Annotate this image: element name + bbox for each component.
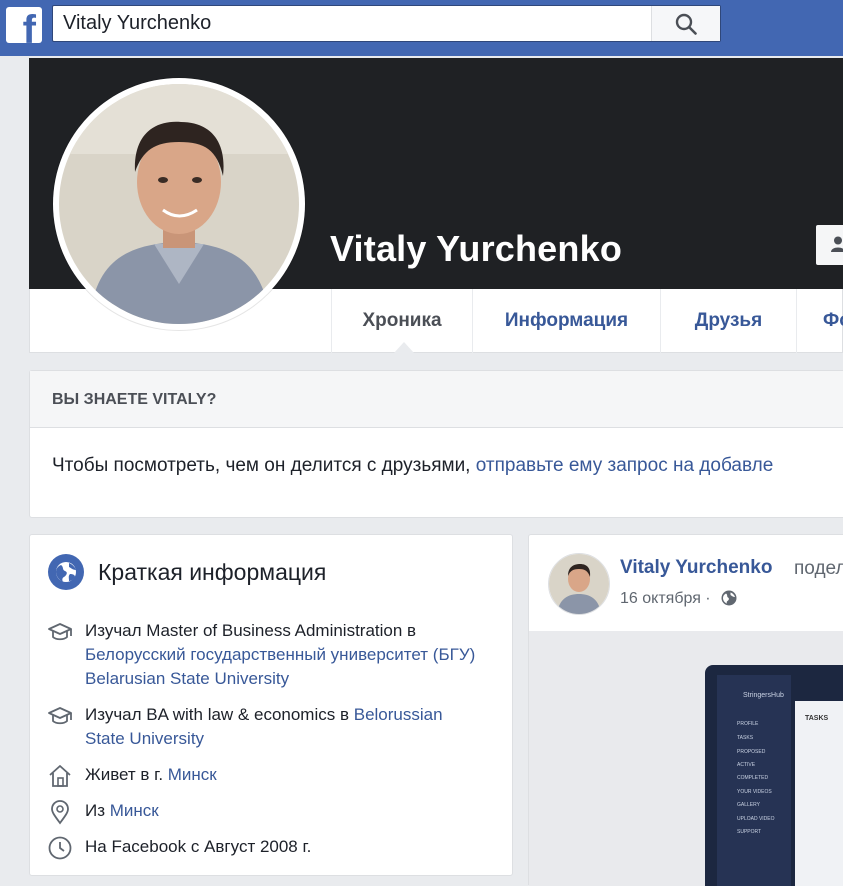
app-menu-item: PROFILE	[737, 721, 759, 727]
graduation-cap-icon	[48, 623, 72, 641]
add-friend-button[interactable]	[816, 225, 843, 265]
app-menu-item: ACTIVE	[737, 762, 756, 768]
profile-picture[interactable]	[53, 78, 305, 330]
intro-row-joined: На Facebook с Август 2008 г.	[85, 835, 485, 859]
search-icon	[675, 13, 697, 35]
profile-name[interactable]: Vitaly Yurchenko	[330, 228, 622, 270]
app-main-panel: TASKS	[795, 701, 843, 886]
search-button[interactable]	[651, 6, 720, 41]
post-date-row: 16 октября ·	[620, 587, 737, 608]
intro-row-from: Из Минск	[85, 799, 485, 823]
do-you-know-message: Чтобы посмотреть, чем он делится с друзь…	[52, 455, 773, 477]
do-you-know-text: Чтобы посмотреть, чем он делится с друзь…	[52, 455, 476, 476]
intro-row-text: Изучал BA with law & economics в	[85, 705, 354, 724]
app-menu-item: PROPOSED	[737, 749, 766, 755]
app-menu-item: SUPPORT	[737, 829, 762, 835]
app-menu-item: GALLERY	[737, 802, 760, 808]
app-menu-item: YOUR VIDEOS	[737, 789, 772, 795]
active-tab-indicator	[394, 342, 414, 353]
intro-row-text: На Facebook с Август 2008 г.	[85, 837, 312, 856]
send-friend-request-link[interactable]: отправьте ему запрос на добавле	[476, 455, 774, 476]
app-menu-item: UPLOAD VIDEO	[737, 816, 775, 822]
person-icon	[831, 236, 843, 252]
city-link-lives[interactable]: Минск	[168, 765, 217, 784]
do-you-know-card: ВЫ ЗНАЕТЕ VITALY? Чтобы посмотреть, чем …	[29, 370, 843, 518]
university-link-bgu[interactable]: Белорусский государственный университет …	[85, 645, 475, 688]
intro-row-text: Изучал Master of Business Administration…	[85, 621, 417, 640]
app-heading: TASKS	[805, 715, 829, 722]
tab-about[interactable]: Информация	[472, 289, 660, 353]
app-logo: StringersHub	[743, 692, 784, 699]
graduation-cap-icon	[48, 707, 72, 725]
laptop-screen: StringersHub PROFILE TASKS PROPOSED ACTI…	[705, 665, 843, 886]
post-author-name[interactable]: Vitaly Yurchenko	[620, 557, 772, 579]
do-you-know-title: ВЫ ЗНАЕТЕ VITALY?	[52, 391, 217, 408]
facebook-logo-letter: f	[22, 8, 36, 43]
intro-row-education-1: Изучал Master of Business Administration…	[85, 619, 485, 691]
post-date[interactable]: 16 октября ·	[620, 590, 711, 607]
profile-photo	[59, 84, 299, 324]
tab-friends[interactable]: Друзья	[660, 289, 796, 353]
app-menu-item: COMPLETED	[737, 775, 769, 781]
post-image[interactable]: StringersHub PROFILE TASKS PROPOSED ACTI…	[529, 631, 843, 886]
intro-card: Краткая информация Изучал Master of Busi…	[29, 534, 513, 876]
home-icon	[49, 765, 71, 787]
post-card: Vitaly Yurchenko подел 16 октября · Stri…	[528, 534, 843, 886]
app-sidebar: StringersHub PROFILE TASKS PROPOSED ACTI…	[717, 675, 791, 886]
location-pin-icon	[51, 800, 69, 825]
intro-row-text: Из	[85, 801, 110, 820]
post-author-avatar[interactable]	[548, 553, 610, 615]
clock-icon	[48, 836, 72, 860]
app-menu-item: TASKS	[737, 735, 754, 741]
intro-row-text: Живет в г.	[85, 765, 168, 784]
intro-row-education-2: Изучал BA with law & economics в Belorus…	[85, 703, 485, 751]
search-box	[52, 5, 721, 42]
post-action-text: подел	[794, 558, 843, 579]
intro-row-lives-in: Живет в г. Минск	[85, 763, 485, 787]
globe-icon	[48, 554, 84, 590]
search-input[interactable]	[53, 6, 671, 41]
top-navigation-bar: f	[0, 0, 843, 56]
intro-title: Краткая информация	[98, 559, 327, 585]
city-link-from[interactable]: Минск	[110, 801, 159, 820]
tab-photos[interactable]: Фо	[796, 289, 843, 353]
facebook-logo[interactable]: f	[6, 7, 42, 43]
globe-icon[interactable]	[721, 590, 737, 606]
